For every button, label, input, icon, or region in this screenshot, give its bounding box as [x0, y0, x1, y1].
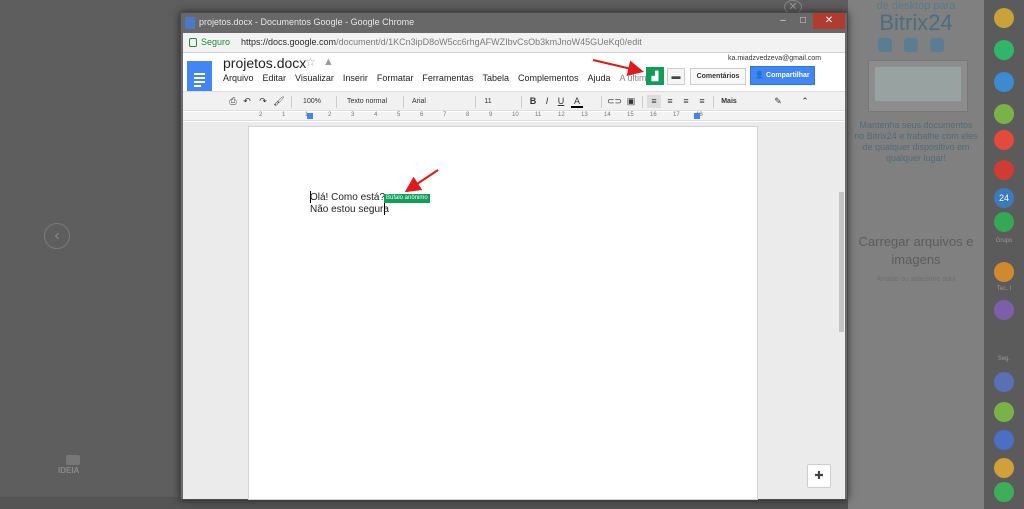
arrow-to-avatar [592, 59, 644, 77]
annotation-arrows [404, 59, 644, 193]
arrow-to-badge [404, 169, 439, 193]
